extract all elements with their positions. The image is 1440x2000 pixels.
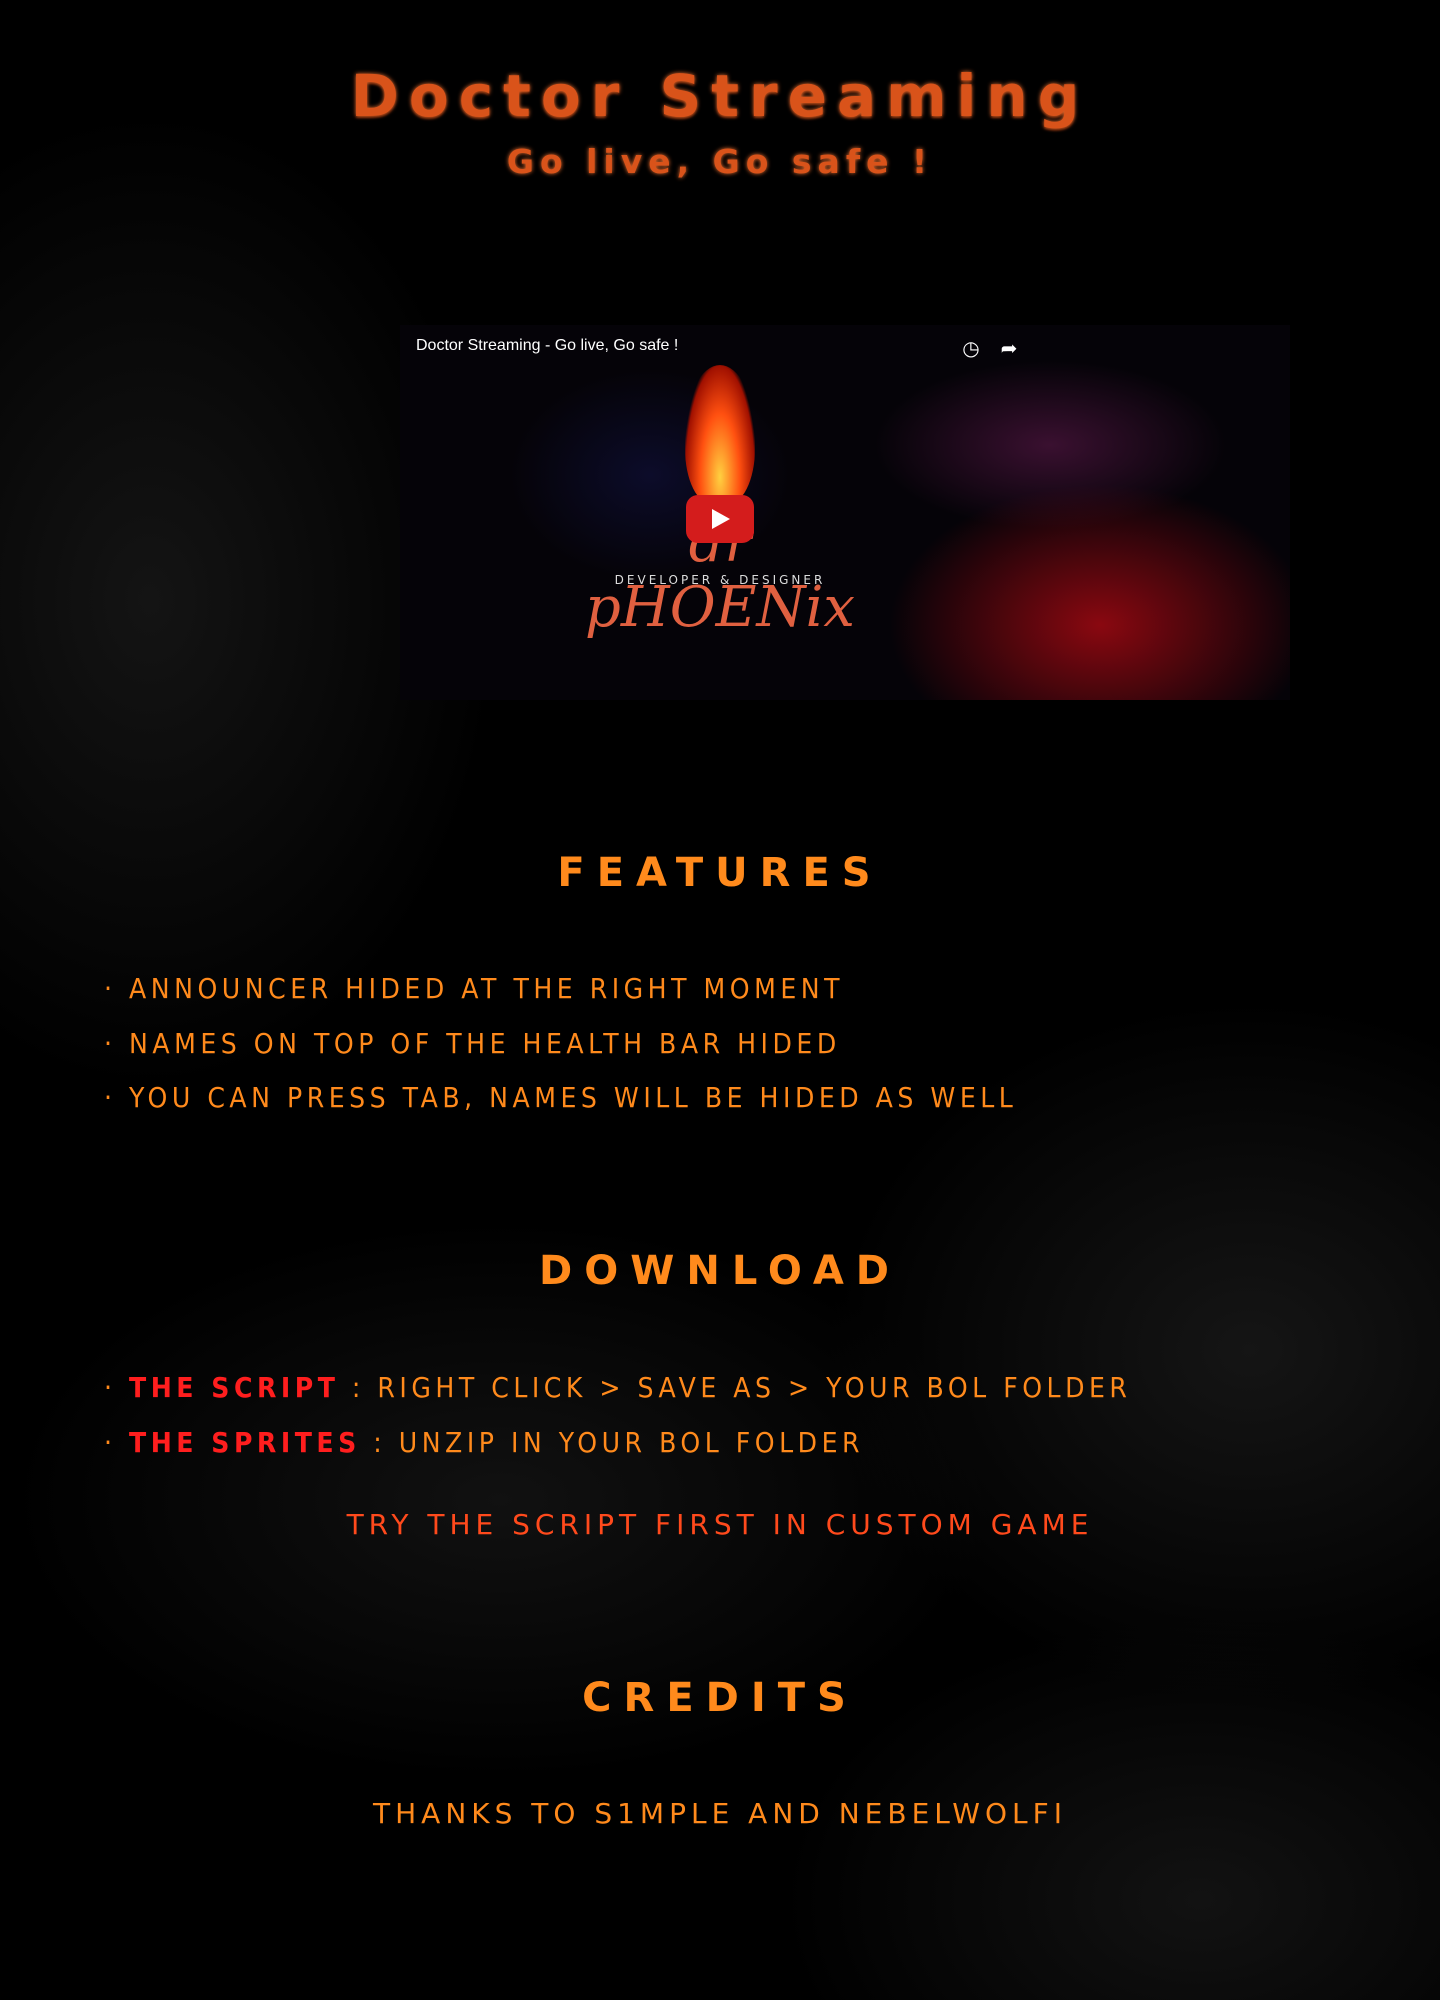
feature-item: · ANNOUNCER HIDED AT THE RIGHT MOMENT xyxy=(104,972,845,1005)
bullet: · xyxy=(104,1371,117,1404)
script-instructions: : RIGHT CLICK > SAVE AS > YOUR BOL FOLDE… xyxy=(339,1371,1132,1404)
download-item-script: · THE SCRIPT : RIGHT CLICK > SAVE AS > Y… xyxy=(104,1371,1131,1404)
site-title: Doctor Streaming xyxy=(350,62,1090,130)
download-item-sprites: · THE SPRITES : UNZIP IN YOUR BOL FOLDER xyxy=(104,1426,864,1459)
youtube-video-embed[interactable]: Doctor Streaming - Go live, Go safe ! ◷ … xyxy=(400,325,1290,700)
script-download-link[interactable]: THE SCRIPT xyxy=(129,1371,339,1404)
share-icon[interactable]: ➦ xyxy=(998,337,1020,359)
sprites-instructions: : UNZIP IN YOUR BOL FOLDER xyxy=(360,1426,865,1459)
site-tagline: Go live, Go safe ! xyxy=(506,142,934,181)
feature-item: · NAMES ON TOP OF THE HEALTH BAR HIDED xyxy=(104,1027,841,1060)
play-button[interactable] xyxy=(686,495,754,543)
watch-later-icon[interactable]: ◷ xyxy=(960,337,982,359)
download-note: TRY THE SCRIPT FIRST IN CUSTOM GAME xyxy=(346,1508,1094,1541)
credits-text: THANKS TO S1MPLE AND NEBELWOLFI xyxy=(373,1797,1067,1830)
bullet: · xyxy=(104,1426,117,1459)
video-brand-subtitle: DEVELOPER & DESIGNER xyxy=(614,573,826,587)
sprites-download-link[interactable]: THE SPRITES xyxy=(129,1426,361,1459)
features-heading: FEATURES xyxy=(557,850,883,896)
feature-item: · YOU CAN PRESS TAB, NAMES WILL BE HIDED… xyxy=(104,1081,1018,1114)
credits-heading: CREDITS xyxy=(582,1675,858,1721)
video-title[interactable]: Doctor Streaming - Go live, Go safe ! xyxy=(416,337,678,355)
download-heading: DOWNLOAD xyxy=(539,1248,901,1294)
phoenix-flame-logo xyxy=(685,365,755,505)
